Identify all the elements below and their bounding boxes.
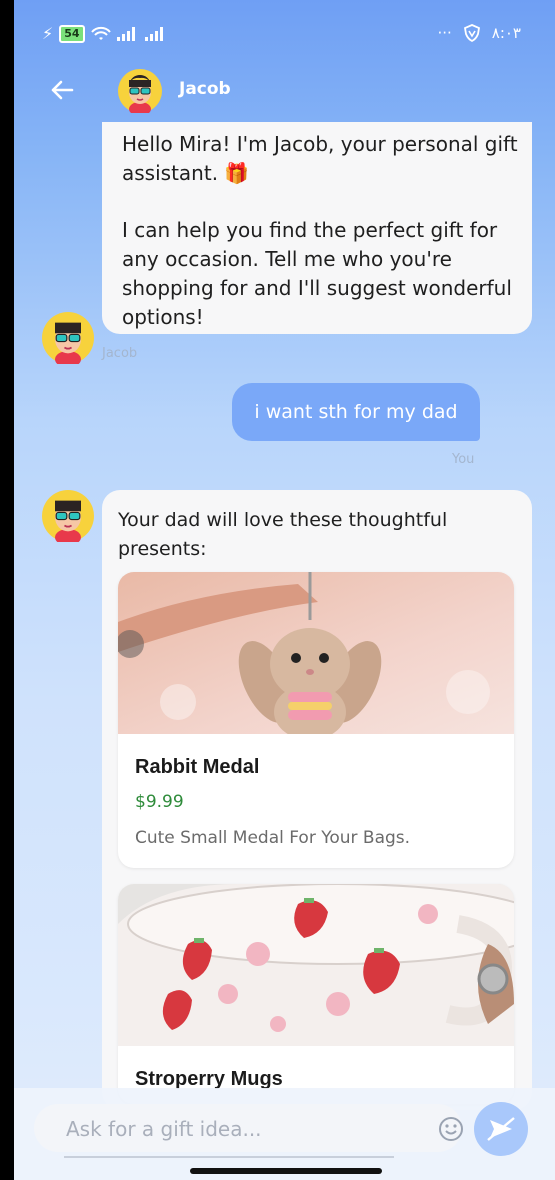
sender-label: Jacob (102, 346, 138, 361)
composer-bar (14, 1088, 555, 1180)
message-line: presents: (118, 538, 207, 560)
vpn-shield-icon (463, 24, 480, 42)
input-underline (64, 1156, 394, 1158)
home-indicator[interactable] (190, 1168, 382, 1174)
status-right: ··· ۸:۰۳ (437, 24, 521, 42)
message-line: Your dad will love these thoughtful (118, 509, 448, 531)
message-input-container[interactable] (34, 1104, 464, 1152)
product-price: $9.99 (135, 792, 184, 812)
message-line: any occasion. Tell me who you're (122, 247, 452, 271)
message-input[interactable] (64, 1110, 408, 1148)
charging-icon: ⚡ (42, 24, 54, 43)
message-line: I can help you find the perfect gift for (122, 218, 498, 242)
product-card[interactable]: Stroperry Mugs (118, 884, 514, 1104)
signal-icon (116, 26, 135, 41)
message-line: options! (122, 305, 204, 329)
battery-icon: 54 (59, 24, 85, 43)
contact-name: Jacob (179, 79, 231, 99)
bot-avatar (42, 312, 94, 364)
avatar (118, 69, 162, 113)
more-dots: ··· (437, 24, 452, 42)
message-line: shopping for and I'll suggest wonderful (122, 276, 512, 300)
user-message-bubble: i want sth for my dad (232, 383, 480, 441)
bot-message-bubble: Hello Mira! I'm Jacob, your personal gif… (102, 122, 532, 334)
product-title: Rabbit Medal (135, 756, 260, 778)
status-bar: ⚡ 54 ··· ۸:۰۳ (14, 0, 555, 60)
emoji-icon[interactable] (438, 1116, 464, 1142)
back-arrow-icon[interactable] (46, 74, 78, 106)
bot-avatar (42, 490, 94, 542)
left-edge (0, 0, 14, 1180)
product-card[interactable]: Rabbit Medal $9.99 Cute Small Medal For … (118, 572, 514, 868)
message-line: Hello Mira! I'm Jacob, your personal gif… (122, 132, 518, 156)
clock: ۸:۰۳ (491, 24, 521, 42)
send-icon (487, 1117, 515, 1141)
signal-icon-2 (144, 26, 163, 41)
product-image (118, 572, 514, 734)
message-line: assistant. 🎁 (122, 161, 250, 185)
chat-screen: ⚡ 54 ··· ۸:۰۳ Jacob Hello Mira! I'm Jaco… (14, 0, 555, 1180)
sender-label: You (452, 452, 475, 467)
status-left: ⚡ 54 (42, 24, 167, 43)
send-button[interactable] (474, 1102, 528, 1156)
wifi-icon (90, 26, 111, 40)
product-description: Cute Small Medal For Your Bags. (135, 828, 411, 848)
product-image (118, 884, 514, 1046)
chat-header: Jacob (14, 60, 555, 126)
